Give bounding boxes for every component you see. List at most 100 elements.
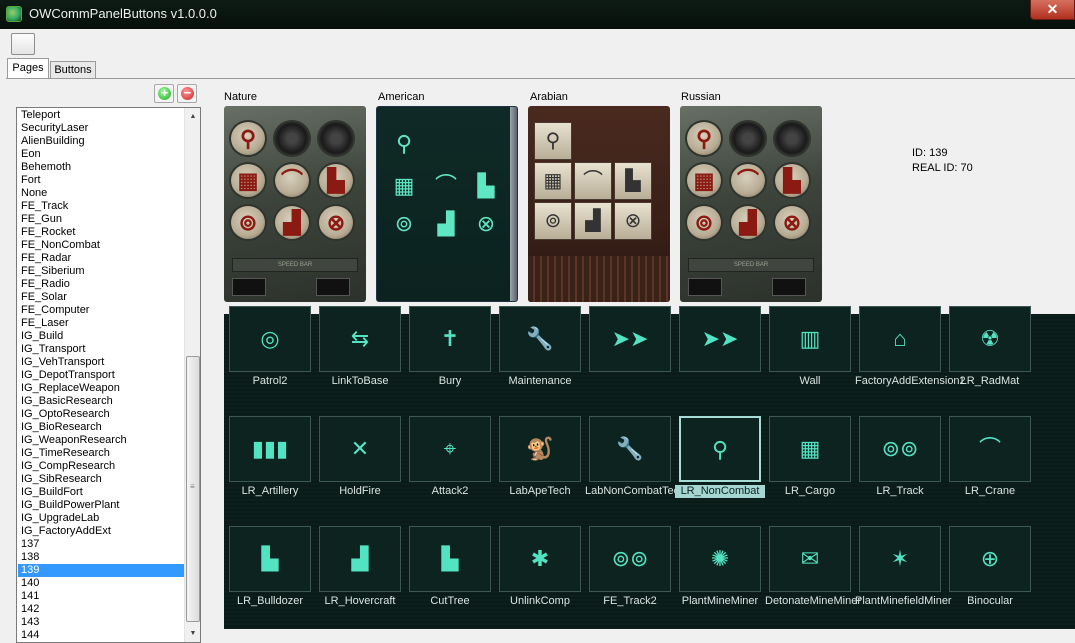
crosshair-icon: ⌖ bbox=[443, 436, 457, 461]
command-button[interactable]: ◎ bbox=[229, 306, 311, 372]
list-item[interactable]: 141 bbox=[18, 590, 184, 603]
preview-label-arabian: Arabian bbox=[530, 91, 568, 103]
list-item[interactable]: IG_SibResearch bbox=[18, 473, 184, 486]
shovel-icon: ⚲ bbox=[229, 120, 267, 157]
command-button-label: LabNonCombatTech bbox=[585, 485, 686, 497]
list-item[interactable]: IG_CompResearch bbox=[18, 460, 184, 473]
command-button[interactable]: ⊚⊚ bbox=[859, 416, 941, 482]
command-button[interactable]: ✱ bbox=[499, 526, 581, 592]
list-item[interactable]: IG_FactoryAddExt bbox=[18, 525, 184, 538]
list-item[interactable]: 142 bbox=[18, 603, 184, 616]
list-item[interactable]: FE_Track bbox=[18, 200, 184, 213]
list-item[interactable]: AlienBuilding bbox=[18, 135, 184, 148]
list-item[interactable]: 139 bbox=[18, 564, 184, 577]
tab-buttons[interactable]: Buttons bbox=[50, 61, 96, 78]
list-item[interactable]: IG_OptoResearch bbox=[18, 408, 184, 421]
list-item[interactable]: FE_NonCombat bbox=[18, 239, 184, 252]
command-button[interactable]: ✶ bbox=[859, 526, 941, 592]
bulldozer-icon: ▙ bbox=[261, 546, 279, 571]
command-button[interactable]: ✉ bbox=[769, 526, 851, 592]
list-item[interactable]: FE_Radar bbox=[18, 252, 184, 265]
pages-listbox[interactable]: Teleport SecurityLaser AlienBuilding Eon Beh… bbox=[16, 107, 201, 643]
preview-label-russian: Russian bbox=[681, 91, 721, 103]
command-button[interactable]: ⊚⊚ bbox=[589, 526, 671, 592]
add-page-button[interactable]: + bbox=[154, 84, 174, 103]
command-button[interactable]: 🔧 bbox=[499, 306, 581, 372]
preview-panel-american: ⚲ ▦ ⌒ ▙ ⊚ ▟ ⊗ bbox=[376, 106, 518, 302]
list-item[interactable]: IG_UpgradeLab bbox=[18, 512, 184, 525]
list-item[interactable]: 137 bbox=[18, 538, 184, 551]
list-item[interactable]: IG_BuildFort bbox=[18, 486, 184, 499]
shovel-icon: ⚲ bbox=[685, 120, 723, 157]
list-item[interactable]: Fort bbox=[18, 174, 184, 187]
list-item[interactable]: IG_VehTransport bbox=[18, 356, 184, 369]
track-icon: ⊚ bbox=[394, 211, 414, 236]
list-item[interactable]: FE_Computer bbox=[18, 304, 184, 317]
command-button[interactable]: ☢ bbox=[949, 306, 1031, 372]
list-item[interactable]: FE_Rocket bbox=[18, 226, 184, 239]
list-item[interactable]: IG_ReplaceWeapon bbox=[18, 382, 184, 395]
list-item[interactable]: IG_BuildPowerPlant bbox=[18, 499, 184, 512]
list-item[interactable]: Behemoth bbox=[18, 161, 184, 174]
command-button[interactable]: ➤➤ bbox=[679, 306, 761, 372]
command-button-label: LR_Bulldozer bbox=[236, 595, 304, 607]
command-button[interactable]: ⊕ bbox=[949, 526, 1031, 592]
list-item[interactable]: IG_Transport bbox=[18, 343, 184, 356]
arrows-icon: ➤➤ bbox=[611, 326, 649, 351]
command-button[interactable]: ⌂ bbox=[859, 306, 941, 372]
list-item[interactable]: 144 bbox=[18, 629, 184, 642]
add-icon: + bbox=[158, 86, 171, 100]
list-item[interactable]: 143 bbox=[18, 616, 184, 629]
command-button[interactable]: ▙ bbox=[409, 526, 491, 592]
bulldozer-icon: ▙ bbox=[773, 162, 811, 199]
preview-panel-nature: ⚲ ▦ ⌒ ▙ ⊚ ▟ ⊗ SPEED BAR bbox=[224, 106, 366, 302]
list-item[interactable]: FE_Gun bbox=[18, 213, 184, 226]
list-item[interactable]: IG_WeaponResearch bbox=[18, 434, 184, 447]
command-button[interactable]: ▙ bbox=[229, 526, 311, 592]
command-button[interactable]: ⇆ bbox=[319, 306, 401, 372]
tab-pages[interactable]: Pages bbox=[7, 58, 49, 79]
wrench-icon: 🔧 bbox=[526, 326, 554, 351]
list-item[interactable]: Eon bbox=[18, 148, 184, 161]
command-button[interactable]: ⚲ bbox=[679, 416, 761, 482]
command-button[interactable]: ➤➤ bbox=[589, 306, 671, 372]
list-item[interactable]: 138 bbox=[18, 551, 184, 564]
toolbar-button[interactable] bbox=[11, 33, 35, 55]
list-item[interactable]: IG_TimeResearch bbox=[18, 447, 184, 460]
list-item[interactable]: Teleport bbox=[18, 109, 184, 122]
panel-grille bbox=[528, 256, 670, 302]
scroll-down-icon[interactable]: ▼ bbox=[185, 625, 200, 642]
command-button[interactable]: ▦ bbox=[769, 416, 851, 482]
command-button[interactable]: 🔧 bbox=[589, 416, 671, 482]
radmat-icon: ☢ bbox=[980, 326, 1000, 351]
command-button-label: Patrol2 bbox=[252, 375, 288, 387]
command-button[interactable]: ✝ bbox=[409, 306, 491, 372]
scroll-thumb[interactable]: ≡ bbox=[186, 356, 200, 622]
command-button[interactable]: ▥ bbox=[769, 306, 851, 372]
command-button[interactable]: ✺ bbox=[679, 526, 761, 592]
list-item[interactable]: IG_Build bbox=[18, 330, 184, 343]
list-item[interactable]: IG_BasicResearch bbox=[18, 395, 184, 408]
remove-icon: − bbox=[181, 86, 194, 100]
list-item[interactable]: FE_Siberium bbox=[18, 265, 184, 278]
close-button[interactable]: ✕ bbox=[1030, 0, 1075, 20]
list-item[interactable]: FE_Radio bbox=[18, 278, 184, 291]
list-item[interactable]: IG_DepotTransport bbox=[18, 369, 184, 382]
remove-page-button[interactable]: − bbox=[177, 84, 197, 103]
command-button[interactable]: ⌖ bbox=[409, 416, 491, 482]
command-button[interactable]: 🐒 bbox=[499, 416, 581, 482]
list-item[interactable]: FE_Solar bbox=[18, 291, 184, 304]
command-button[interactable]: ⌒ bbox=[949, 416, 1031, 482]
list-scrollbar[interactable]: ▲ ≡ ▼ bbox=[184, 108, 200, 642]
command-button[interactable]: ▮▮▮ bbox=[229, 416, 311, 482]
list-item[interactable]: SecurityLaser bbox=[18, 122, 184, 135]
list-item[interactable]: FE_Laser bbox=[18, 317, 184, 330]
scroll-up-icon[interactable]: ▲ bbox=[185, 108, 200, 125]
detonate-icon: ✉ bbox=[800, 546, 820, 571]
list-item[interactable]: IG_BioResearch bbox=[18, 421, 184, 434]
list-item[interactable]: 140 bbox=[18, 577, 184, 590]
command-button[interactable]: ✕ bbox=[319, 416, 401, 482]
command-button-label: LR_RadMat bbox=[960, 375, 1020, 387]
command-button[interactable]: ▟ bbox=[319, 526, 401, 592]
list-item[interactable]: None bbox=[18, 187, 184, 200]
